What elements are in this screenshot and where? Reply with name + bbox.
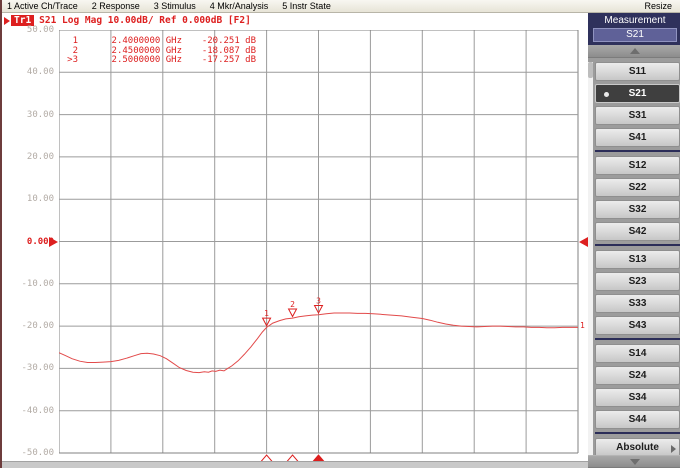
softkey-button-s21[interactable]: S21 <box>595 84 680 103</box>
y-axis-tick-label: -30.00 <box>8 363 54 373</box>
softkey-button-s34[interactable]: S34 <box>595 388 680 407</box>
softkey-button-s12[interactable]: S12 <box>595 156 680 175</box>
softkey-menu-header: Measurement S21 <box>588 13 680 45</box>
softkey-button-label: S31 <box>629 110 647 121</box>
y-axis-tick-label: -20.00 <box>8 321 54 331</box>
softkey-group-separator <box>595 432 680 434</box>
marker-2-number: 2 <box>290 300 295 309</box>
softkey-button-label: S42 <box>629 226 647 237</box>
active-trace-arrow-icon <box>4 17 10 25</box>
selected-radio-icon <box>604 92 609 97</box>
marker-1-number: 1 <box>264 309 269 318</box>
submenu-chevron-icon <box>671 445 676 453</box>
softkey-button-label: S14 <box>629 348 647 359</box>
softkey-button-s23[interactable]: S23 <box>595 272 680 291</box>
marker-2-symbol[interactable] <box>289 309 297 317</box>
y-axis-tick-label: -10.00 <box>8 279 54 289</box>
marker-table-cell: -17.257 dB <box>182 56 256 66</box>
softkey-button-s31[interactable]: S31 <box>595 106 680 125</box>
softkey-button-s44[interactable]: S44 <box>595 410 680 429</box>
softkey-button-s43[interactable]: S43 <box>595 316 680 335</box>
trace-format-text: S21 Log Mag 10.00dB/ Ref 0.000dB [F2] <box>39 15 251 26</box>
softkey-button-label: S34 <box>629 392 647 403</box>
menu-item-instr-state[interactable]: 5 Instr State <box>282 1 331 11</box>
marker-readout-table: 12.4000000 GHz-20.251 dB22.4500000 GHz-1… <box>62 37 256 66</box>
softkey-button-s41[interactable]: S41 <box>595 128 680 147</box>
trace-number-label: 1 <box>580 321 585 330</box>
scrollbar-thumb[interactable] <box>588 62 593 78</box>
softkey-button-label: S44 <box>629 414 647 425</box>
softkey-button-s24[interactable]: S24 <box>595 366 680 385</box>
softkey-group-separator <box>595 244 680 246</box>
down-arrow-icon <box>630 459 640 465</box>
softkey-group-separator <box>595 338 680 340</box>
marker-table-row: >32.5000000 GHz-17.257 dB <box>62 56 256 66</box>
softkey-group-separator <box>595 150 680 152</box>
y-axis-tick-label: 0.000 <box>8 237 54 247</box>
menu-item-response[interactable]: 2 Response <box>92 1 140 11</box>
softkey-button-label: S13 <box>629 254 647 265</box>
softkey-button-label: S24 <box>629 370 647 381</box>
softkey-button-label: S33 <box>629 298 647 309</box>
resize-button[interactable]: Resize <box>644 1 672 11</box>
softkey-menu-title: Measurement <box>590 15 680 26</box>
softkey-button-label: S43 <box>629 320 647 331</box>
up-arrow-icon <box>630 48 640 54</box>
y-axis-tick-label: -50.00 <box>8 448 54 458</box>
softkey-button-s32[interactable]: S32 <box>595 200 680 219</box>
softkey-button-list: S11 S21 S31 S41 S12 S22 S32 S42 S13 S23 S33 S43 S14 S… <box>595 62 680 460</box>
softkey-button-label: S21 <box>629 88 647 99</box>
softkey-menu: Measurement S21 S11 S21 S31 S41 S12 S22 S32 S42… <box>588 13 680 468</box>
scroll-down-button[interactable] <box>588 455 680 468</box>
vna-application-window: 1 Active Ch/Trace 2 Response 3 Stimulus … <box>0 0 680 468</box>
menu-item-stimulus[interactable]: 3 Stimulus <box>154 1 196 11</box>
menu-item-mkr-analysis[interactable]: 4 Mkr/Analysis <box>210 1 269 11</box>
softkey-button-s33[interactable]: S33 <box>595 294 680 313</box>
y-axis-tick-label: 30.00 <box>8 110 54 120</box>
softkey-button-label: S23 <box>629 276 647 287</box>
softkey-button-label: S32 <box>629 204 647 215</box>
reference-level-left-icon[interactable] <box>49 237 58 247</box>
softkey-button-label: S11 <box>629 66 646 77</box>
softkey-button-s13[interactable]: S13 <box>595 250 680 269</box>
menu-bar: 1 Active Ch/Trace 2 Response 3 Stimulus … <box>2 0 680 13</box>
softkey-button-label: S41 <box>629 132 647 143</box>
softkey-button-s14[interactable]: S14 <box>595 344 680 363</box>
softkey-button-s42[interactable]: S42 <box>595 222 680 241</box>
y-axis-tick-label: 20.00 <box>8 152 54 162</box>
marker-3-number: 3 <box>316 296 321 305</box>
y-axis-tick-label: 40.00 <box>8 67 54 77</box>
y-axis-tick-label: 10.00 <box>8 194 54 204</box>
softkey-button-s11[interactable]: S11 <box>595 62 680 81</box>
softkey-button-label: Absolute <box>616 442 659 453</box>
y-axis-tick-label: 50.00 <box>8 25 54 35</box>
bottom-status-strip <box>2 461 588 468</box>
softkey-scrollbar[interactable] <box>588 62 593 455</box>
marker-table-cell: 2.5000000 GHz <box>78 56 182 66</box>
softkey-button-s22[interactable]: S22 <box>595 178 680 197</box>
y-axis-tick-label: -40.00 <box>8 406 54 416</box>
softkey-button-label: S12 <box>629 160 647 171</box>
menu-item-active-ch-trace[interactable]: 1 Active Ch/Trace <box>7 1 78 11</box>
softkey-button-label: S22 <box>629 182 647 193</box>
graticule-plot-area: 1 2 3 <box>59 30 587 464</box>
marker-table-cell: >3 <box>62 56 78 66</box>
softkey-selected-value: S21 <box>593 28 677 42</box>
scroll-up-button[interactable] <box>588 45 680 58</box>
